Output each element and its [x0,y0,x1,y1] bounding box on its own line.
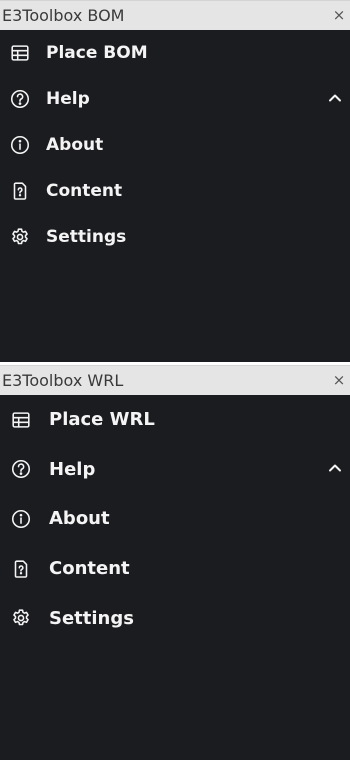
chevron-up-icon[interactable] [327,460,343,476]
file-question-icon [10,558,32,580]
menu-item-label: Place WRL [49,409,155,431]
wrl-panel-title: E3Toolbox WRL [2,371,124,390]
menu-item-help[interactable]: Help [0,76,350,122]
wrl-panel-close-button[interactable]: × [332,366,346,395]
menu-item-label: Settings [49,607,134,629]
menu-item-label: Help [49,458,96,480]
menu-item-about[interactable]: About [0,122,350,168]
file-question-icon [9,180,31,202]
menu-item-settings[interactable]: Settings [0,593,350,643]
menu-item-about[interactable]: About [0,494,350,544]
menu-item-label: Settings [46,227,127,247]
info-circle-icon [9,134,31,156]
menu-item-help[interactable]: Help [0,445,350,495]
help-circle-icon [10,458,32,480]
menu-item-settings[interactable]: Settings [0,214,350,260]
table-icon [10,409,32,431]
menu-item-label: Place BOM [46,43,148,63]
bom-panel-titlebar[interactable]: E3Toolbox BOM × [0,0,350,30]
menu-item-place-wrl[interactable]: Place WRL [0,395,350,445]
bom-panel: E3Toolbox BOM × Place BOM Help About Con… [0,0,350,362]
bom-panel-title: E3Toolbox BOM [2,6,125,25]
menu-item-place-bom[interactable]: Place BOM [0,30,350,76]
menu-item-label: Content [46,181,123,201]
chevron-up-icon[interactable] [327,90,343,106]
menu-item-content[interactable]: Content [0,168,350,214]
wrl-panel: E3Toolbox WRL × Place WRL Help About Con… [0,365,350,760]
bom-menu: Place BOM Help About Content Settings [0,30,350,260]
bom-panel-close-button[interactable]: × [332,1,346,30]
help-circle-icon [9,88,31,110]
wrl-panel-titlebar[interactable]: E3Toolbox WRL × [0,365,350,395]
gear-icon [10,607,32,629]
table-icon [9,42,31,64]
menu-item-label: About [49,508,110,530]
menu-item-label: Help [46,89,90,109]
menu-item-label: Content [49,558,130,580]
menu-item-content[interactable]: Content [0,544,350,594]
info-circle-icon [10,508,32,530]
gear-icon [9,226,31,248]
wrl-menu: Place WRL Help About Content Settings [0,395,350,643]
menu-item-label: About [46,135,104,155]
